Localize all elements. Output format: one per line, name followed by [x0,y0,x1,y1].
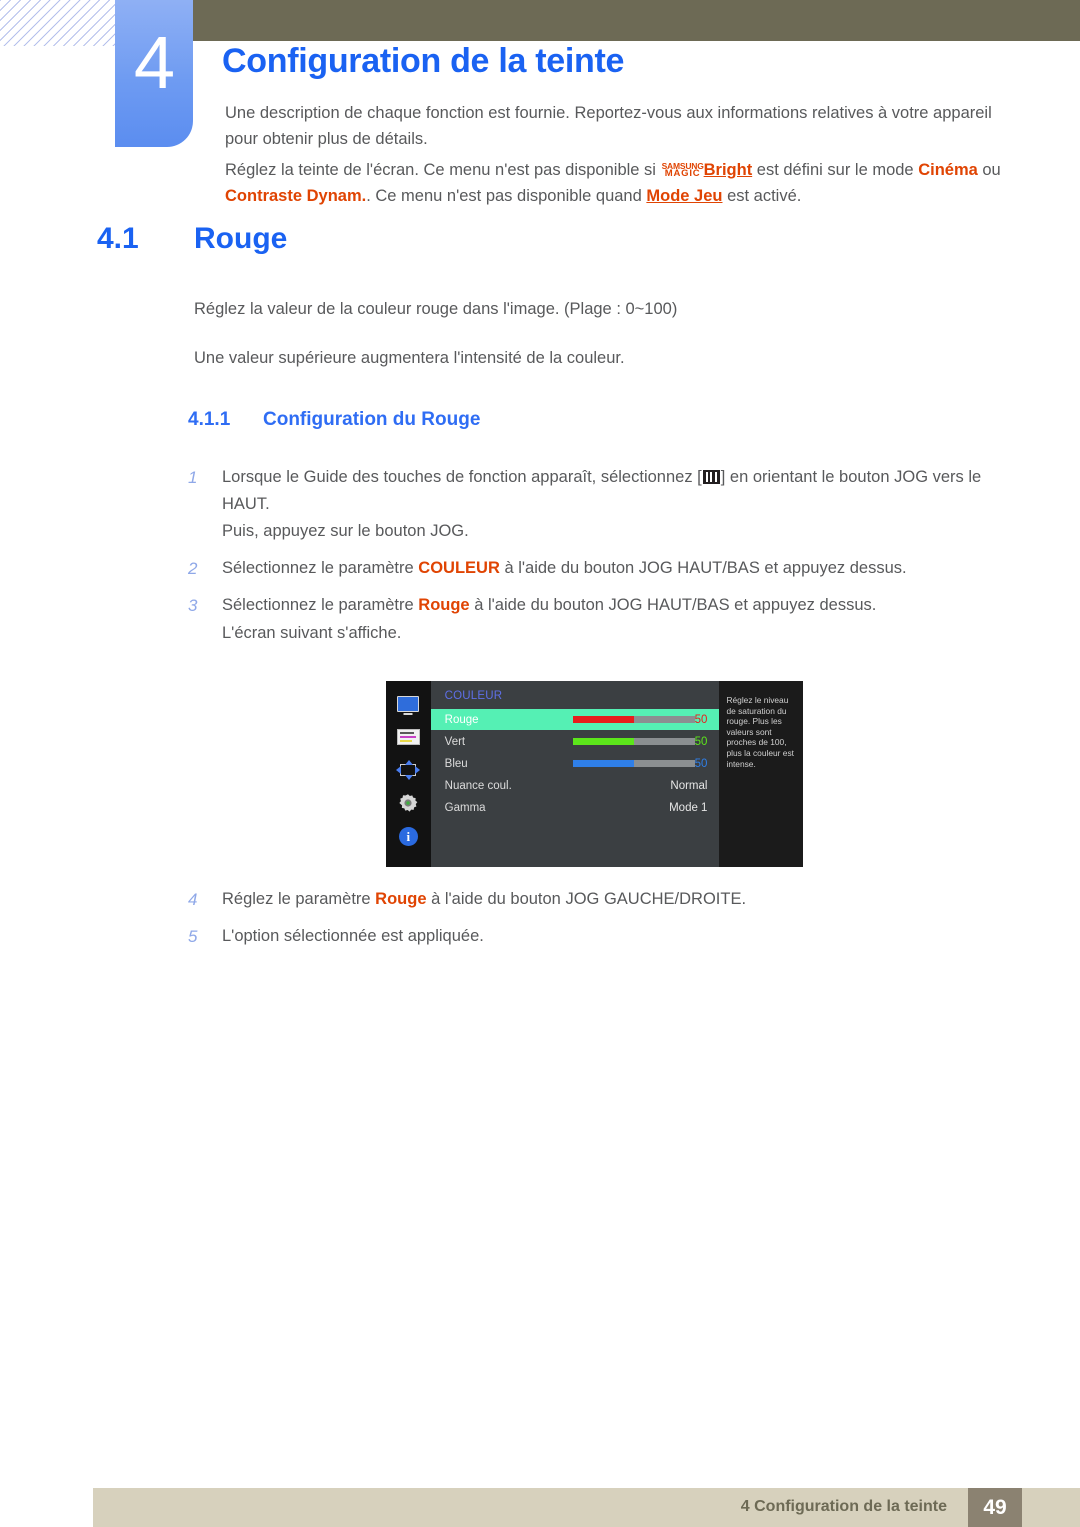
osd-row-vert-label: Vert [444,735,466,748]
osd-row-gamma-label: Gamma [444,801,486,814]
step-3-text-a: Sélectionnez le paramètre [222,596,419,614]
step-2: 2 Sélectionnez le paramètre COULEUR à l'… [188,555,1018,582]
subsection-number: 4.1.1 [188,409,231,430]
step-5-index: 5 [188,927,198,946]
osd-row-vert[interactable]: Vert 50 [431,731,720,752]
step-4-highlight: Rouge [375,890,427,908]
subsection-title: Configuration du Rouge [263,409,481,430]
step-2-text-a: Sélectionnez le paramètre [222,559,419,577]
info-icon[interactable]: i [395,825,421,847]
gear-icon[interactable] [395,792,421,814]
osd-row-gamma-value: Mode 1 [669,801,708,814]
intro-paragraph-1: Une description de chaque fonction est f… [225,104,992,148]
decorative-hatch-pattern [0,0,116,46]
step-4: 4 Réglez le paramètre Rouge à l'aide du … [188,886,1018,913]
osd-row-rouge-label: Rouge [444,713,479,726]
menu-icon [702,470,720,484]
step-2-text-b: à l'aide du bouton JOG HAUT/BAS et appuy… [499,559,907,577]
step-3-text-b: à l'aide du bouton JOG HAUT/BAS et appuy… [469,596,877,614]
intro-text-c: ou [977,161,1001,179]
intro-text-a: Réglez la teinte de l'écran. Ce menu n'e… [225,161,661,179]
step-1-index: 1 [188,468,198,487]
osd-row-vert-slider-fill [572,738,634,745]
osd-row-bleu-value: 50 [694,757,708,770]
step-4-text-a: Réglez le paramètre [222,890,376,908]
osd-menu-title: COULEUR [444,690,503,702]
step-3-sub-line: L'écran suivant s'affiche. [222,624,402,642]
osd-row-rouge[interactable]: Rouge 50 [430,709,720,730]
intro-paragraph-2: Réglez la teinte de l'écran. Ce menu n'e… [225,157,1015,209]
osd-row-rouge-slider-fill [572,716,634,723]
section-title: Rouge [194,222,288,255]
osd-screenshot: i COULEUR Rouge 50 Vert 50 Bleu 50 Nuanc… [386,681,803,867]
step-1-text: Lorsque le Guide des touches de fonction… [222,464,1018,518]
intro-text-e: est activé. [722,187,802,205]
osd-row-vert-slider[interactable] [572,738,695,745]
magic-bright-label: Bright [703,161,753,179]
osd-row-rouge-value: 50 [694,713,708,726]
magic-logo-line-2: MAGIC [664,168,701,179]
osd-row-bleu-label: Bleu [444,757,468,770]
step-4-text: Réglez le paramètre Rouge à l'aide du bo… [222,886,1018,913]
section-range-paragraph: Réglez la valeur de la couleur rouge dan… [194,300,678,318]
header-bar [192,0,1080,41]
intro-text-b: est défini sur le mode [752,161,919,179]
step-3-text: Sélectionnez le paramètre Rouge à l'aide… [222,592,1018,619]
osd-row-rouge-slider[interactable] [572,716,695,723]
step-5-text: L'option sélectionnée est appliquée. [222,927,484,945]
osd-row-nuance-coul-label: Nuance coul. [444,779,512,792]
footer-page-number: 49 [968,1488,1022,1527]
section-note-paragraph: Une valeur supérieure augmentera l'inten… [194,349,625,367]
subsection-heading: 4.1.1 Configuration du Rouge [188,409,480,431]
step-2-highlight: COULEUR [418,559,500,577]
osd-row-bleu-slider[interactable] [572,760,695,767]
step-4-index: 4 [188,890,198,909]
osd-sidebar: i [386,681,431,867]
osd-row-nuance-coul-value: Normal [670,779,708,792]
step-5: 5 L'option sélectionnée est appliquée. [188,923,1018,950]
intro-text-d: . Ce menu n'est pas disponible quand [366,187,647,205]
mode-jeu-label: Mode Jeu [646,187,723,205]
section-number: 4.1 [97,222,139,255]
step-1-sub-line: Puis, appuyez sur le bouton JOG. [222,522,469,540]
step-3-highlight: Rouge [418,596,470,614]
step-3-index: 3 [188,596,198,615]
osd-row-nuance-coul[interactable]: Nuance coul. Normal [431,775,720,796]
osd-help-panel: Réglez le niveau de saturation du rouge.… [719,681,803,867]
step-3: 3 Sélectionnez le paramètre Rouge à l'ai… [188,592,1018,619]
chapter-number-badge: 4 [115,0,193,147]
step-4-text-b: à l'aide du bouton JOG GAUCHE/DROITE. [426,890,747,908]
step-1-text-a: Lorsque le Guide des touches de fonction… [222,468,702,486]
osd-row-bleu[interactable]: Bleu 50 [431,753,720,774]
samsung-magic-logo: SAMSUNG MAGIC [662,162,704,179]
mode-contraste-label: Contraste Dynam. [225,187,367,205]
step-2-index: 2 [188,559,198,578]
osd-row-gamma[interactable]: Gamma Mode 1 [431,797,720,818]
osd-row-bleu-slider-fill [572,760,634,767]
step-2-text: Sélectionnez le paramètre COULEUR à l'ai… [222,555,1018,582]
osd-menu-panel: COULEUR Rouge 50 Vert 50 Bleu 50 Nuance … [430,681,720,867]
four-way-arrows-icon[interactable] [395,759,421,781]
step-1: 1 Lorsque le Guide des touches de foncti… [188,464,1018,518]
section-heading: 4.1 Rouge [97,222,287,256]
picture-sliders-icon[interactable] [395,726,421,748]
footer-breadcrumb: 4 Configuration de la teinte [740,1498,947,1515]
page-title: Configuration de la teinte [222,42,625,80]
osd-row-vert-value: 50 [694,735,708,748]
mode-cinema-label: Cinéma [918,161,978,179]
monitor-icon[interactable] [395,693,421,715]
